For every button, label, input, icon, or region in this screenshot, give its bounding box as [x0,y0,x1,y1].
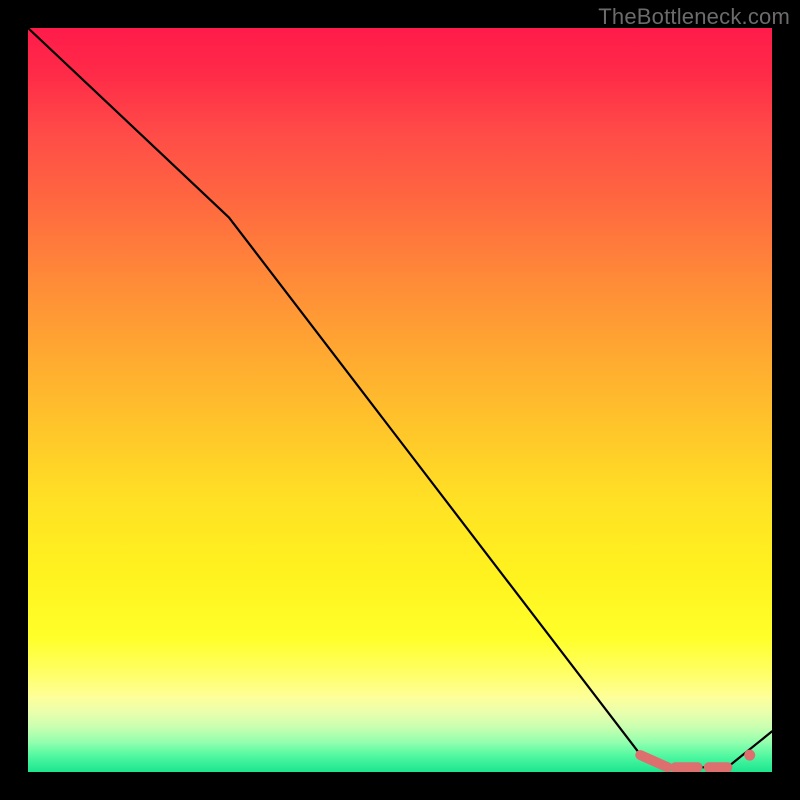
bottleneck-curve-line [28,28,772,767]
highlight-dot [744,750,755,761]
chart-svg [28,28,772,772]
chart-frame: TheBottleneck.com [0,0,800,800]
watermark-text: TheBottleneck.com [598,4,790,30]
plot-area [28,28,772,772]
highlight-segment [640,755,668,767]
